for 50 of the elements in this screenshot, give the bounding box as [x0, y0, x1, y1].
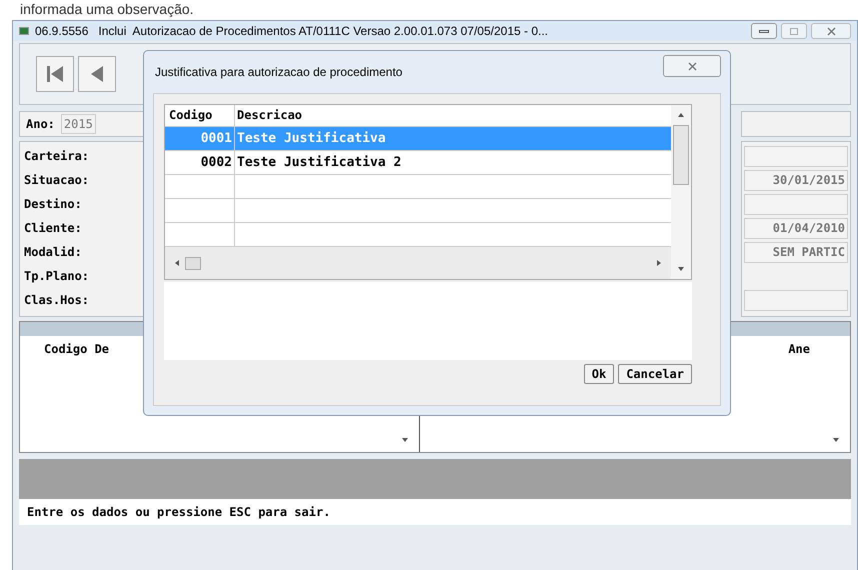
minimize-button[interactable] [751, 23, 777, 39]
vertical-scrollbar[interactable] [671, 105, 691, 279]
text-field[interactable]: 30/01/2015 [744, 170, 848, 190]
scroll-left-icon[interactable] [173, 259, 181, 267]
app-icon [19, 27, 29, 35]
field-label: Modalid: [24, 244, 82, 261]
field-label: Ano: [26, 116, 55, 133]
skip-first-icon [45, 64, 65, 84]
text-field[interactable] [744, 290, 848, 310]
field-label: Cliente: [24, 220, 82, 237]
previous-icon [89, 64, 105, 84]
close-icon [688, 62, 696, 70]
dialog-title: Justificativa para autorizacao de procedimento [155, 64, 402, 81]
status-text: Entre os dados ou pressione ESC para sair. [27, 504, 330, 521]
text-field[interactable]: SEM PARTIC [744, 242, 848, 262]
ok-button[interactable]: Ok [584, 364, 614, 384]
field-label: Destino: [24, 196, 82, 213]
column-header[interactable]: Codigo De [20, 336, 110, 358]
field-label: Clas.Hos: [24, 292, 90, 309]
field-label: Carteira: [24, 148, 90, 165]
table-cell-text: Teste Justificativa [236, 130, 387, 148]
text-field[interactable]: 01/04/2010 [744, 218, 848, 238]
window-title: 06.9.5556 Inclui Autorizacao de Procedimentos AT/0111C Versao 2.00.01.073 07/05/2015 - 0... [35, 23, 548, 40]
dialog-close-button[interactable] [663, 55, 721, 77]
scroll-down-icon[interactable] [401, 436, 409, 444]
cancel-button[interactable]: Cancelar [618, 364, 692, 384]
column-header[interactable]: Descricao [235, 105, 671, 126]
scroll-right-icon[interactable] [655, 259, 663, 267]
column-header[interactable]: Codigo [165, 105, 235, 126]
table-cell: 0002 [165, 151, 235, 174]
text-field[interactable] [744, 146, 848, 166]
scroll-down-icon[interactable] [677, 265, 685, 273]
table-cell: 0001 [165, 127, 235, 150]
column-header[interactable]: Ane [788, 340, 810, 358]
previous-record-button[interactable] [78, 56, 116, 92]
text-field[interactable] [744, 194, 848, 214]
table-row[interactable]: 0002 Teste Justificativa 2 [165, 151, 671, 175]
table-cell-text: Teste Justificativa 2 [236, 154, 402, 172]
close-icon [826, 26, 836, 36]
scroll-thumb[interactable] [185, 256, 201, 270]
scroll-down-icon[interactable] [832, 436, 840, 444]
caption-text: informada uma observação. [20, 1, 194, 17]
scroll-up-icon[interactable] [677, 111, 685, 119]
field-label: Situacao: [24, 172, 90, 189]
year-field[interactable]: 2015 [60, 114, 96, 134]
scroll-thumb[interactable] [673, 125, 689, 185]
close-button[interactable] [811, 23, 851, 39]
first-record-button[interactable] [36, 56, 74, 92]
horizontal-scrollbar[interactable] [165, 247, 671, 279]
field-label: Tp.Plano: [24, 268, 90, 285]
